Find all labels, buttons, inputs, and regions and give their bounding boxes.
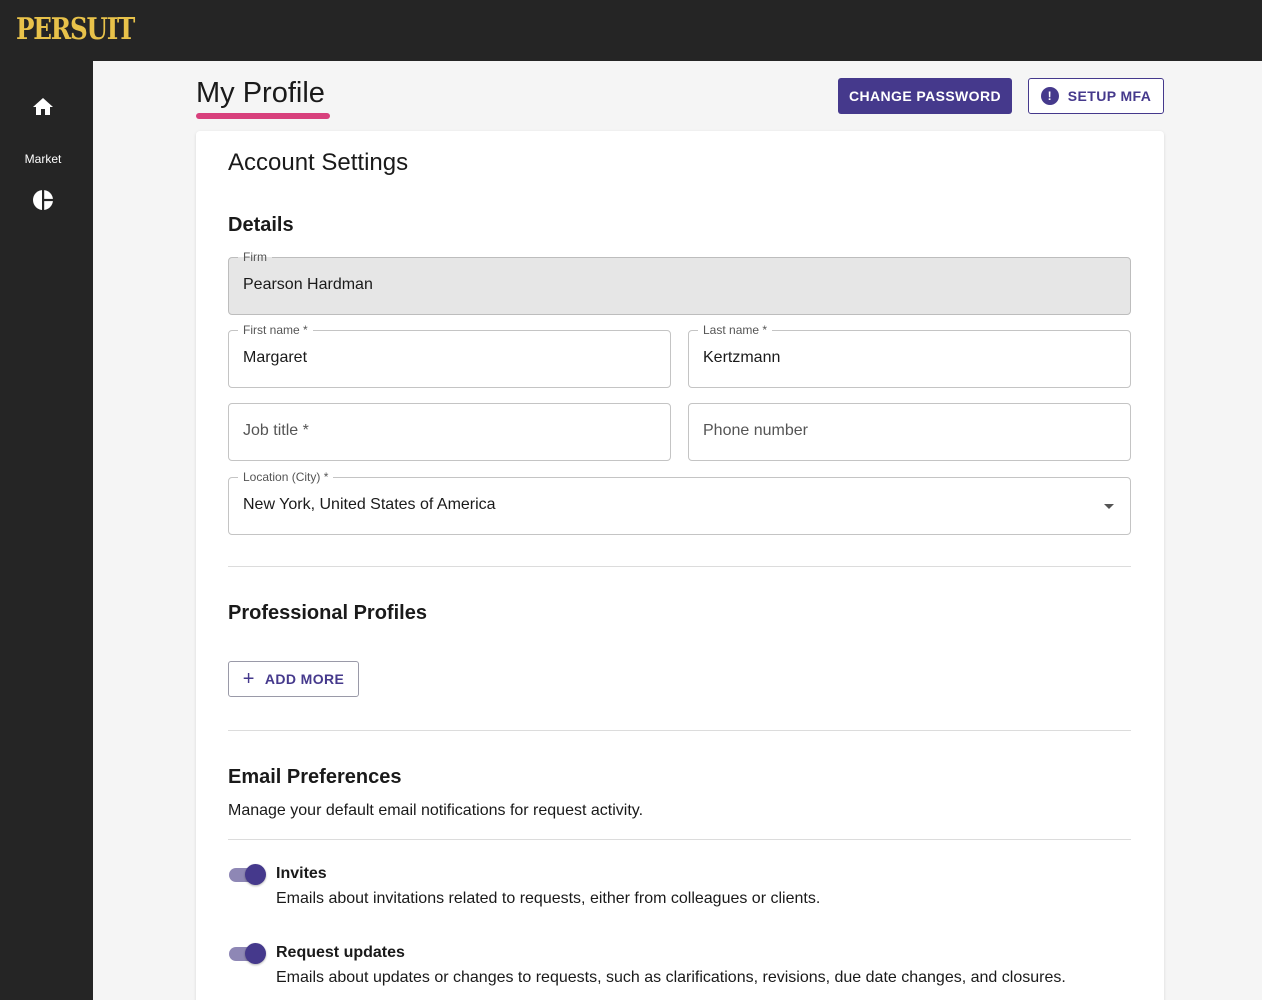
page-title-underline [196,113,330,119]
last-name-value[interactable]: Kertzmann [703,349,780,367]
top-bar: PERSUIT [0,0,1262,61]
details-heading: Details [228,214,294,236]
sidebar-item-market-label[interactable]: Market [0,152,86,166]
setup-mfa-label: SETUP MFA [1067,88,1152,104]
firm-field-value: Pearson Hardman [243,276,373,293]
toggle-thumb[interactable] [245,943,266,964]
first-name-value[interactable]: Margaret [243,349,307,367]
location-select[interactable]: Location (City) * New York, United State… [228,470,1131,535]
alert-icon: ! [1040,87,1059,105]
last-name-label: Last name * [698,323,773,337]
plus-icon: + [242,668,255,690]
request-updates-toggle[interactable] [229,942,267,966]
professional-profiles-heading: Professional Profiles [228,602,427,624]
phone-number-field[interactable]: Phone number [688,403,1131,461]
email-preferences-description: Manage your default email notifications … [228,802,644,819]
change-password-button[interactable]: CHANGE PASSWORD [838,78,1012,114]
first-name-field[interactable]: First name * Margaret [228,323,671,388]
toggle-thumb[interactable] [245,864,266,885]
section-divider [228,730,1131,731]
persuit-logo[interactable]: PERSUIT [16,12,135,47]
add-more-button[interactable]: + ADD MORE [228,661,359,697]
job-title-placeholder[interactable]: Job title * [243,422,309,440]
firm-field: Firm Pearson Hardman [228,250,1131,315]
location-value[interactable]: New York, United States of America [243,496,496,514]
request-updates-title: Request updates [276,944,405,961]
page-title: My Profile [196,77,325,109]
email-preferences-heading: Email Preferences [228,766,402,788]
location-label: Location (City) * [238,470,334,484]
sidebar-item-market[interactable] [31,188,55,212]
invites-toggle[interactable] [229,863,267,887]
preferences-divider [228,839,1131,840]
sidebar: Market [0,61,93,1000]
firm-field-label: Firm [238,250,272,264]
setup-mfa-button[interactable]: ! SETUP MFA [1028,78,1164,114]
invites-description: Emails about invitations related to requ… [276,890,821,907]
last-name-field[interactable]: Last name * Kertzmann [688,323,1131,388]
first-name-label: First name * [238,323,313,337]
add-more-label: ADD MORE [264,671,345,687]
request-updates-description: Emails about updates or changes to reque… [276,969,1066,986]
account-settings-heading: Account Settings [228,149,409,176]
home-icon [33,98,53,115]
invites-title: Invites [276,865,327,882]
sidebar-item-home[interactable] [31,95,55,119]
chevron-down-icon[interactable] [1104,504,1114,509]
job-title-field[interactable]: Job title * [228,403,671,461]
section-divider [228,566,1131,567]
pie-chart-icon [33,189,54,211]
phone-number-placeholder[interactable]: Phone number [703,422,808,440]
